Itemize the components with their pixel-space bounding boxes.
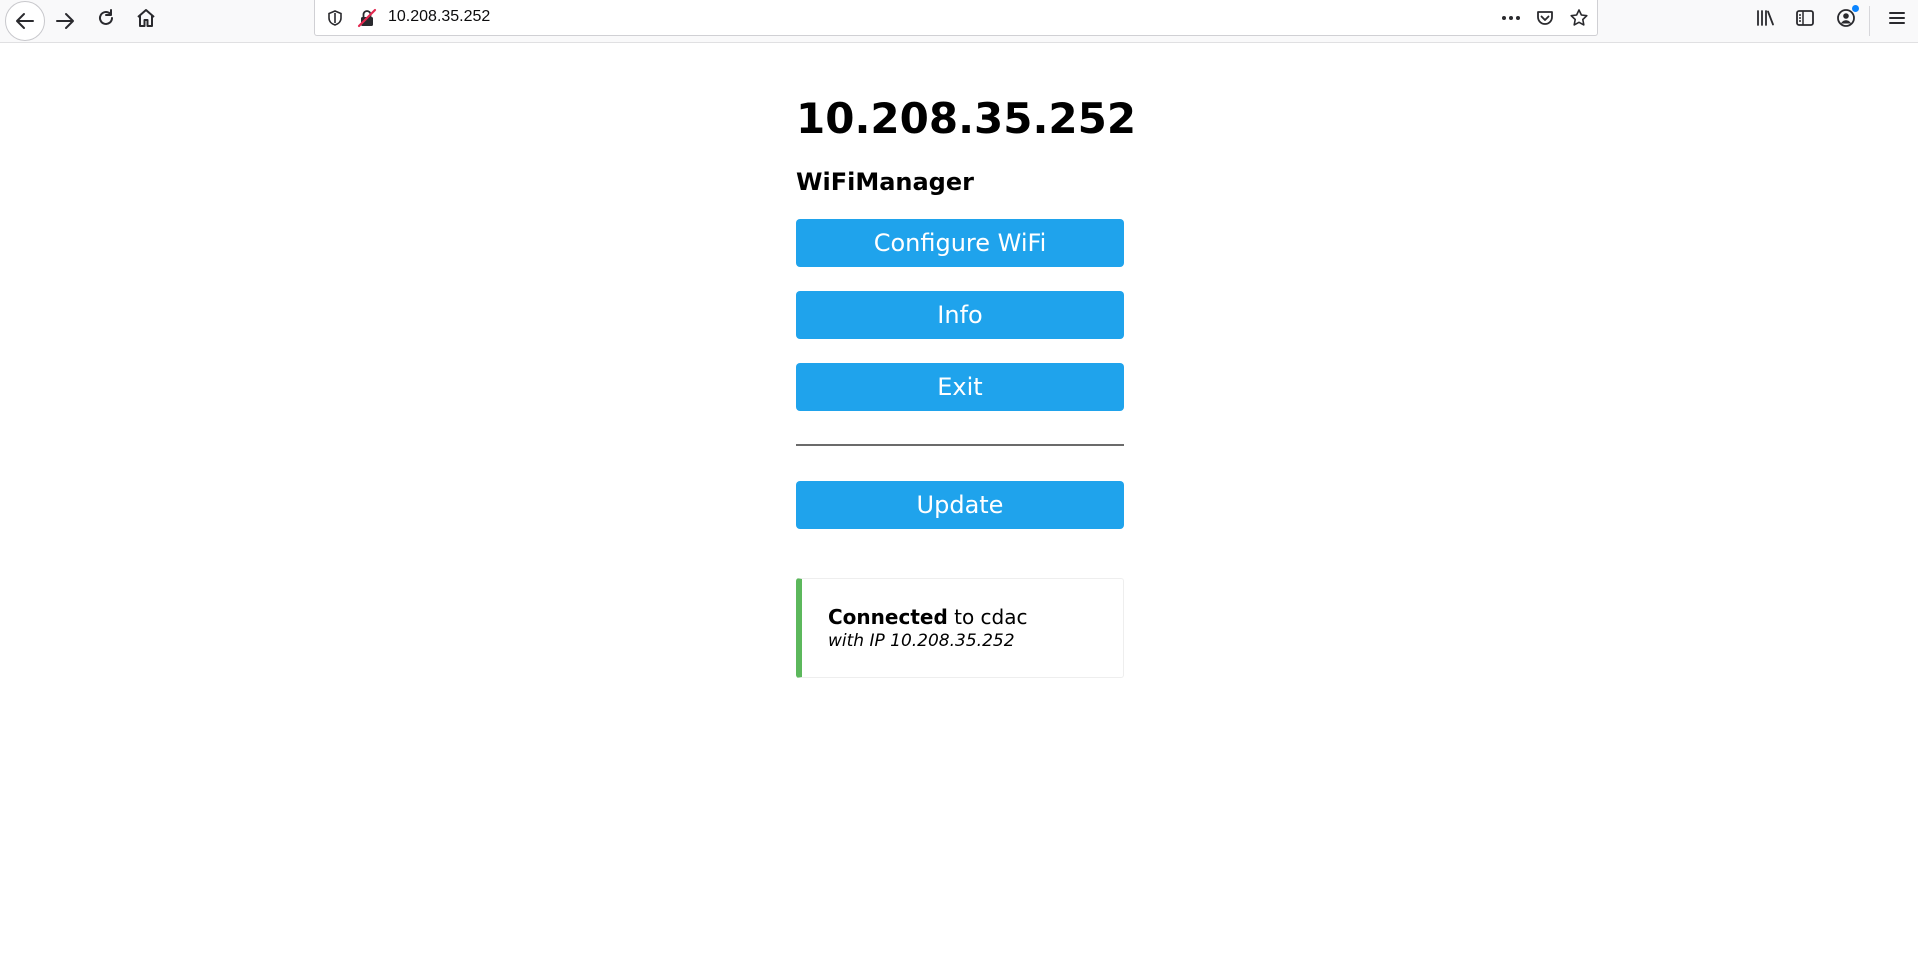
toolbar-separator — [1869, 6, 1870, 36]
pocket-icon[interactable] — [1533, 6, 1557, 30]
status-line: Connected to cdac — [828, 605, 1123, 629]
forward-button[interactable] — [48, 4, 82, 38]
more-dots-icon[interactable] — [1499, 6, 1523, 30]
configure-wifi-button[interactable]: Configure WiFi — [796, 219, 1124, 267]
address-bar[interactable]: 10.208.35.252 — [314, 0, 1598, 36]
reload-icon — [96, 8, 116, 28]
insecure-lock-icon[interactable] — [355, 6, 379, 30]
page-subtitle: WiFiManager — [796, 168, 974, 196]
menu-button[interactable] — [1880, 1, 1914, 35]
shield-icon[interactable] — [323, 6, 347, 30]
connection-status: Connected to cdac with IP 10.208.35.252 — [796, 578, 1124, 678]
account-button[interactable] — [1829, 1, 1863, 35]
library-button[interactable] — [1748, 1, 1782, 35]
back-button[interactable] — [5, 1, 45, 41]
update-button[interactable]: Update — [796, 481, 1124, 529]
sidebar-icon — [1795, 9, 1815, 27]
divider — [796, 444, 1124, 446]
url-text[interactable]: 10.208.35.252 — [388, 8, 490, 26]
info-button[interactable]: Info — [796, 291, 1124, 339]
network-name: to cdac — [947, 605, 1028, 629]
reload-button[interactable] — [89, 1, 123, 35]
star-icon[interactable] — [1567, 6, 1591, 30]
browser-toolbar: 10.208.35.252 — [0, 0, 1918, 43]
connected-label: Connected — [828, 605, 948, 629]
sidebar-button[interactable] — [1788, 1, 1822, 35]
wifimanager-panel: 10.208.35.252 WiFiManager Configure WiFi… — [796, 89, 1137, 678]
home-icon — [135, 7, 157, 29]
home-button[interactable] — [129, 1, 163, 35]
library-icon — [1755, 9, 1775, 27]
ip-line: with IP 10.208.35.252 — [828, 631, 1015, 651]
hamburger-menu-icon — [1888, 10, 1906, 26]
notification-badge — [1852, 5, 1859, 12]
exit-button[interactable]: Exit — [796, 363, 1124, 411]
page-title: 10.208.35.252 — [796, 94, 1137, 143]
forward-arrow-icon — [54, 10, 76, 32]
back-arrow-icon — [14, 10, 36, 32]
